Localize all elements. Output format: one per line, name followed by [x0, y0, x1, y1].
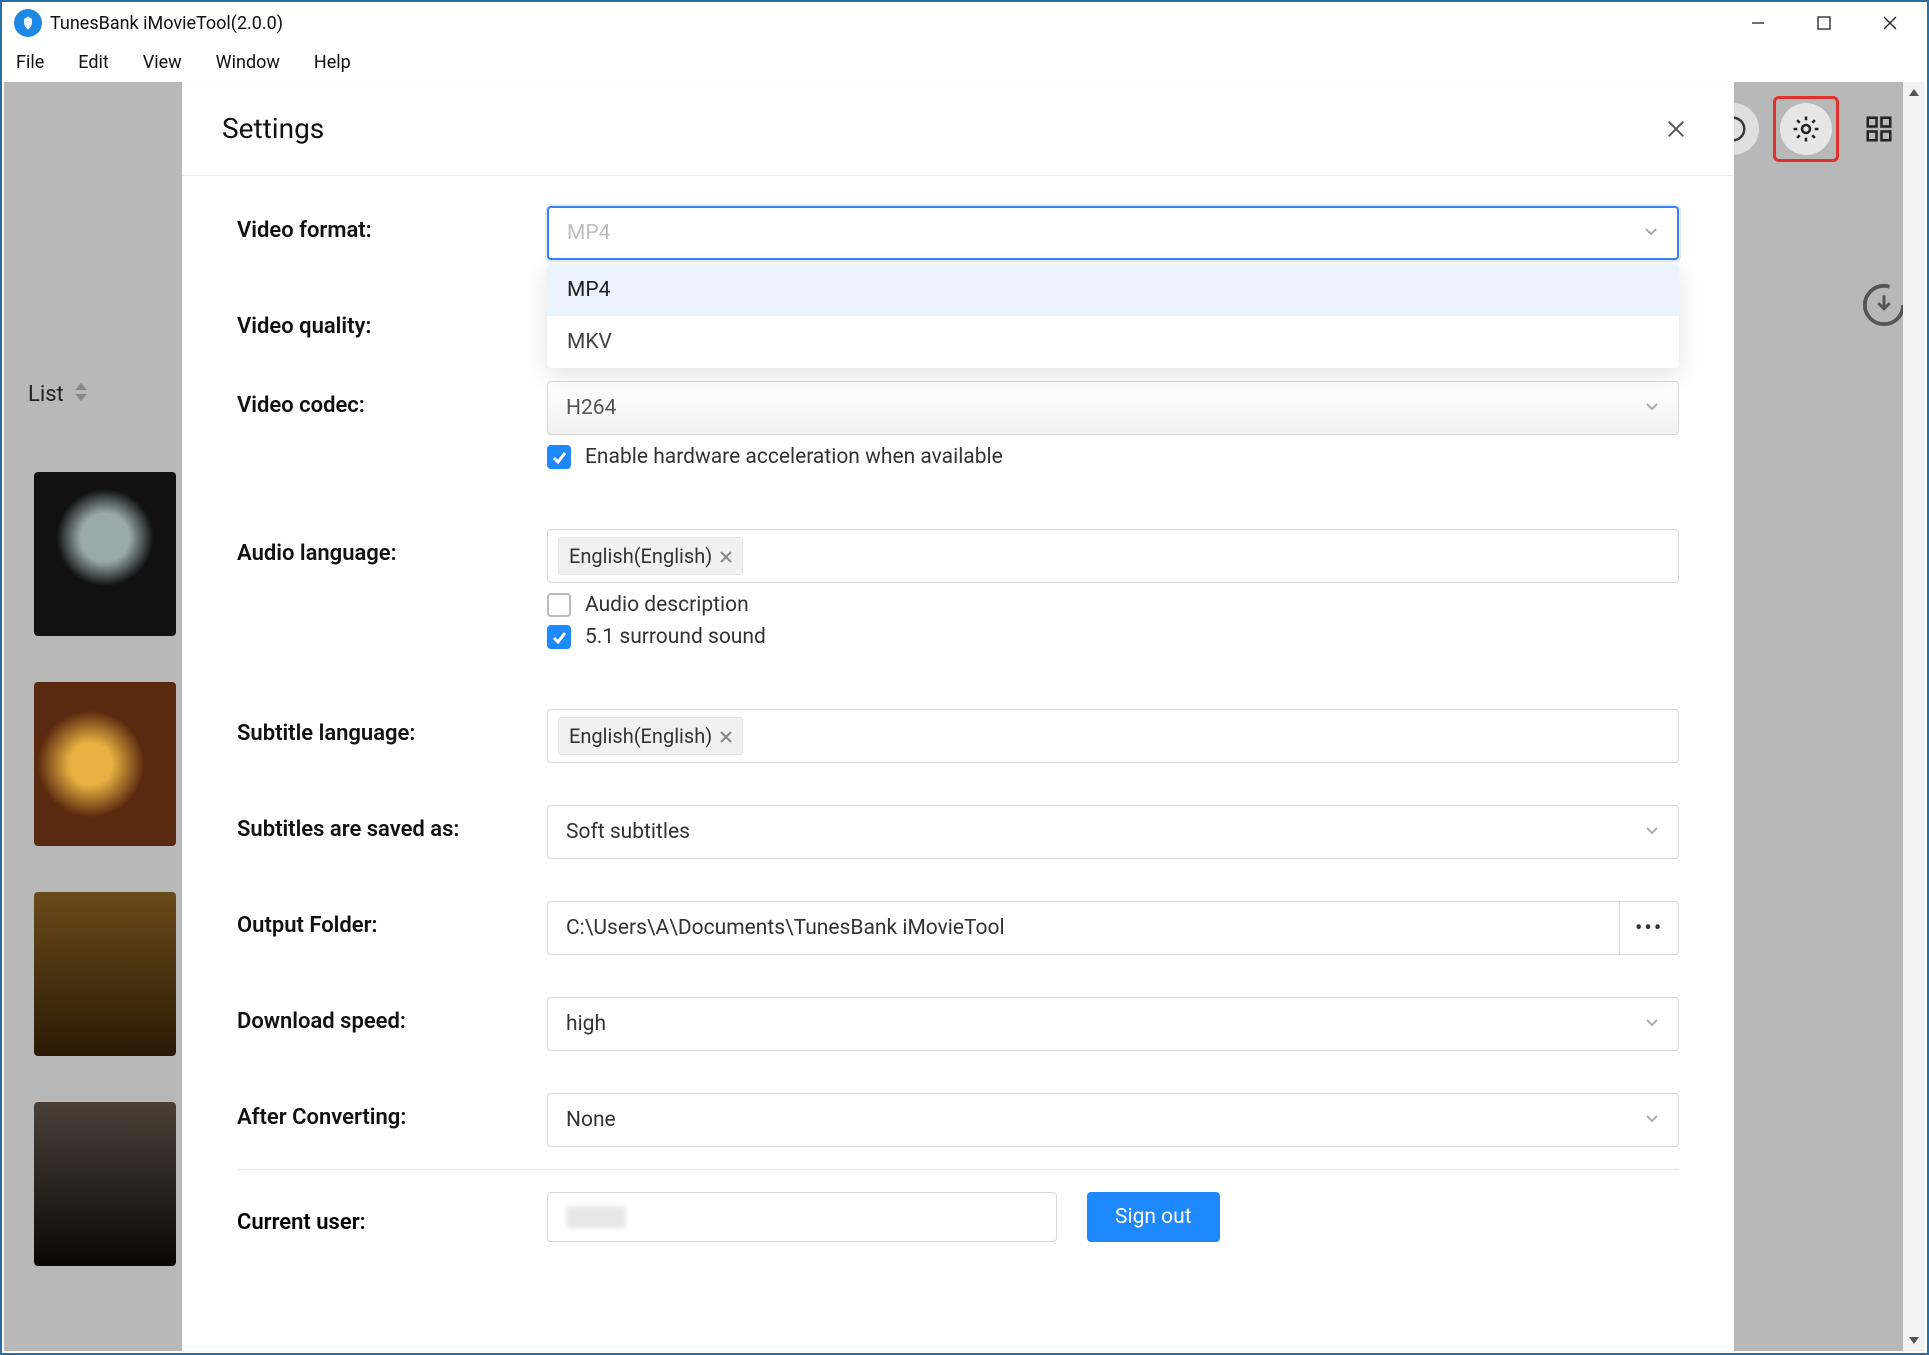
video-codec-value: H264 [566, 396, 616, 420]
current-user-label: Current user: [237, 1200, 547, 1235]
after-converting-value: None [566, 1108, 616, 1132]
video-format-option-mp4[interactable]: MP4 [547, 264, 1679, 316]
surround-checkbox[interactable] [547, 625, 571, 649]
audio-language-label: Audio language: [237, 529, 547, 566]
menu-view[interactable]: View [137, 48, 188, 77]
sign-out-button[interactable]: Sign out [1087, 1192, 1220, 1242]
subtitle-language-tag-text: English(English) [569, 724, 712, 748]
modal-title: Settings [222, 112, 324, 145]
window-title: TunesBank iMovieTool(2.0.0) [50, 13, 283, 34]
surround-label: 5.1 surround sound [585, 625, 766, 649]
list-item[interactable] [34, 472, 176, 636]
hw-accel-label: Enable hardware acceleration when availa… [585, 445, 1003, 469]
subtitles-saved-label: Subtitles are saved as: [237, 805, 547, 842]
video-format-value: MP4 [567, 221, 610, 245]
menu-file[interactable]: File [10, 48, 50, 77]
audio-description-label: Audio description [585, 593, 749, 617]
grid-icon [1864, 114, 1894, 144]
video-format-label: Video format: [237, 206, 547, 243]
subtitle-language-tag[interactable]: English(English) [558, 717, 743, 755]
current-user-value-redacted [566, 1206, 626, 1228]
modal-close-button[interactable] [1658, 111, 1694, 147]
app-icon [14, 9, 42, 37]
current-user-field [547, 1192, 1057, 1242]
after-converting-label: After Converting: [237, 1093, 547, 1130]
check-icon [551, 449, 567, 465]
download-speed-label: Download speed: [237, 997, 547, 1034]
close-button[interactable] [1857, 2, 1923, 44]
list-label-text: List [28, 382, 64, 407]
hw-accel-checkbox[interactable] [547, 445, 571, 469]
menu-edit[interactable]: Edit [72, 48, 114, 77]
audio-language-tag[interactable]: English(English) [558, 537, 743, 575]
minimize-button[interactable] [1725, 2, 1791, 44]
check-icon [551, 629, 567, 645]
modal-body: Video format: MP4 MP4 MKV Video quality: [182, 176, 1734, 1351]
audio-language-input[interactable]: English(English) [547, 529, 1679, 583]
window-controls [1725, 2, 1923, 44]
video-codec-select[interactable]: H264 [547, 381, 1679, 435]
subtitles-saved-value: Soft subtitles [566, 820, 690, 844]
audio-language-tag-text: English(English) [569, 544, 712, 568]
scroll-down-arrow[interactable] [1903, 1329, 1925, 1351]
chevron-down-icon [1644, 1108, 1660, 1132]
download-speed-value: high [566, 1012, 606, 1036]
vertical-scrollbar[interactable] [1903, 82, 1925, 1351]
scroll-up-arrow[interactable] [1903, 82, 1925, 104]
modal-header: Settings [182, 82, 1734, 176]
video-format-option-mkv[interactable]: MKV [547, 316, 1679, 368]
chevron-down-icon [1644, 1012, 1660, 1036]
tag-remove-icon[interactable] [720, 544, 732, 568]
settings-button[interactable] [1780, 103, 1832, 155]
app-window: TunesBank iMovieTool(2.0.0) File Edit Vi… [0, 0, 1929, 1355]
menu-help[interactable]: Help [308, 48, 357, 77]
gear-icon [1791, 114, 1821, 144]
maximize-button[interactable] [1791, 2, 1857, 44]
list-sort-label[interactable]: List [28, 382, 88, 407]
close-icon [1665, 118, 1687, 140]
output-folder-label: Output Folder: [237, 901, 547, 938]
chevron-down-icon [1643, 221, 1659, 245]
settings-divider [237, 1169, 1679, 1170]
list-item[interactable] [34, 682, 176, 846]
after-converting-select[interactable]: None [547, 1093, 1679, 1147]
audio-description-checkbox[interactable] [547, 593, 571, 617]
list-item[interactable] [34, 1102, 176, 1266]
menu-window[interactable]: Window [210, 48, 286, 77]
output-folder-input[interactable]: C:\Users\A\Documents\TunesBank iMovieToo… [547, 901, 1620, 955]
subtitles-saved-select[interactable]: Soft subtitles [547, 805, 1679, 859]
chevron-down-icon [1644, 820, 1660, 844]
download-speed-select[interactable]: high [547, 997, 1679, 1051]
grid-view-button[interactable] [1853, 103, 1905, 155]
titlebar: TunesBank iMovieTool(2.0.0) [2, 2, 1927, 44]
sort-caret-icon [74, 382, 88, 407]
video-format-dropdown: MP4 MKV [547, 264, 1679, 368]
chevron-down-icon [1644, 396, 1660, 420]
menubar: File Edit View Window Help [2, 44, 1927, 80]
tag-remove-icon[interactable] [720, 724, 732, 748]
video-format-select[interactable]: MP4 [547, 206, 1679, 260]
video-quality-label: Video quality: [237, 302, 547, 339]
settings-modal: Settings Video format: MP4 MP4 MKV [182, 82, 1734, 1351]
download-progress-icon[interactable] [1861, 282, 1907, 328]
list-item[interactable] [34, 892, 176, 1056]
settings-button-highlight [1773, 96, 1839, 162]
ellipsis-icon: ••• [1635, 916, 1663, 941]
subtitle-language-input[interactable]: English(English) [547, 709, 1679, 763]
video-codec-label: Video codec: [237, 381, 547, 418]
subtitle-language-label: Subtitle language: [237, 709, 547, 746]
output-folder-value: C:\Users\A\Documents\TunesBank iMovieToo… [566, 916, 1005, 940]
browse-folder-button[interactable]: ••• [1620, 901, 1679, 955]
toolbar-icons [1707, 96, 1905, 162]
